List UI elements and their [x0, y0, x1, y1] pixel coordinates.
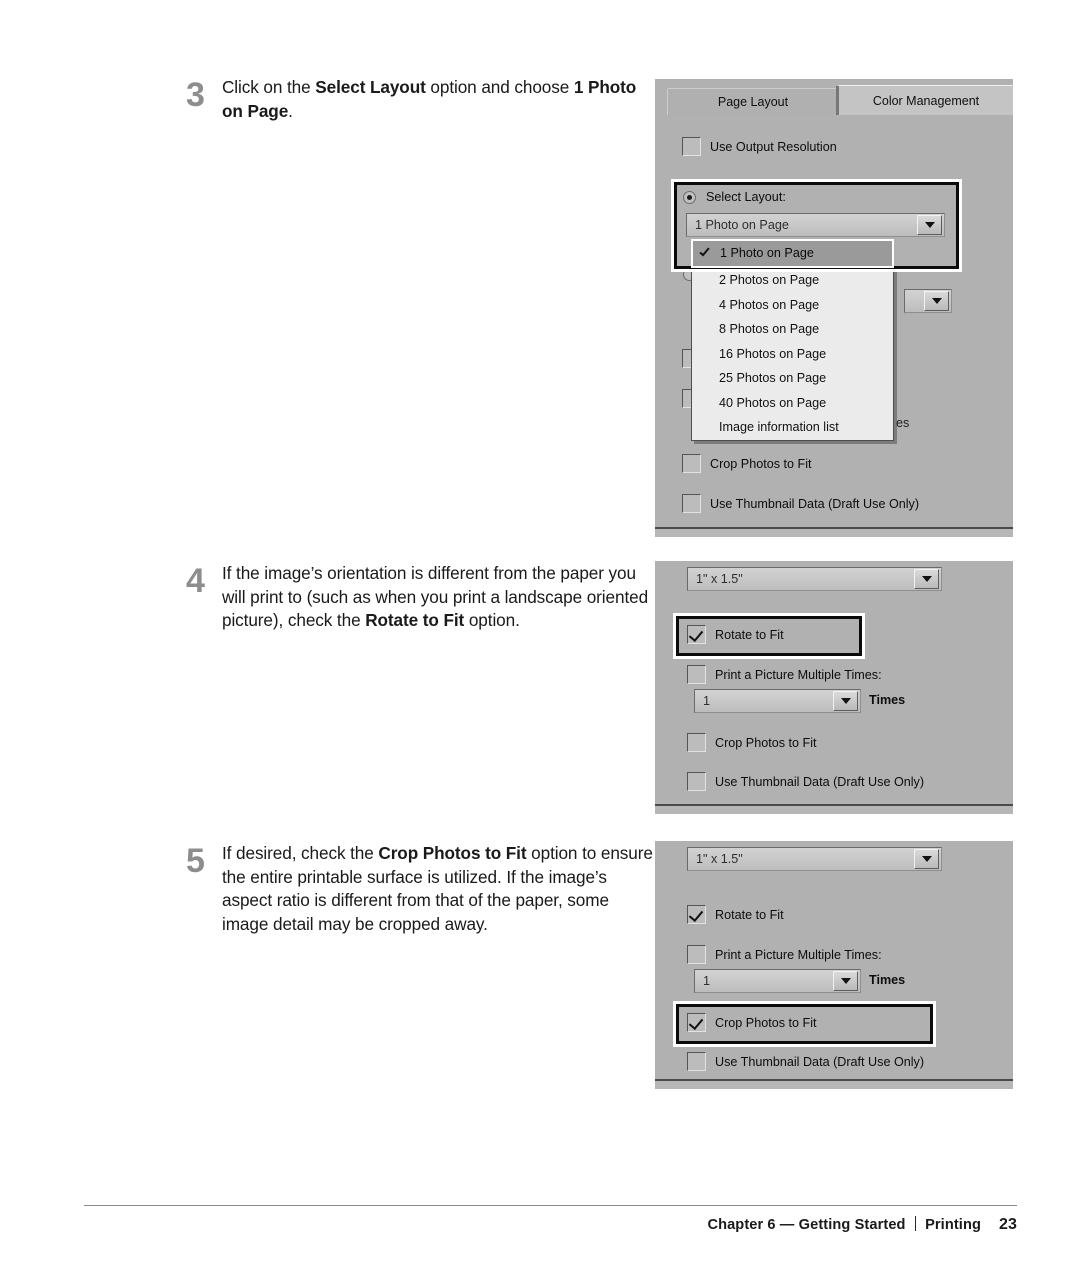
footer-divider-rule [84, 1205, 1017, 1206]
footer-chapter: Chapter 6 — Getting Started [707, 1217, 906, 1233]
checkbox-label: Print a Picture Multiple Times: [715, 947, 882, 962]
dropdown-item[interactable]: 40 Photos on Page [692, 391, 893, 416]
checkbox-print-multiple-times[interactable]: Print a Picture Multiple Times: [687, 665, 882, 684]
checkbox-box-icon [687, 733, 706, 752]
times-label-fragment: es [896, 416, 910, 430]
times-label: Times [869, 973, 906, 987]
checkbox-box-icon [687, 1013, 706, 1032]
checkbox-box-icon [687, 1052, 706, 1071]
checkbox-label: Use Output Resolution [710, 139, 837, 154]
manual-page: 3 Click on the Select Layout option and … [0, 0, 1080, 1270]
checkbox-box-icon [687, 945, 706, 964]
combo-times-count[interactable]: 1 [694, 969, 861, 993]
checkbox-label: Rotate to Fit [715, 627, 784, 642]
dropdown-item[interactable]: 16 Photos on Page [692, 342, 893, 367]
checkbox-box-icon [687, 772, 706, 791]
combo-times-count[interactable]: 1 [694, 689, 861, 713]
checkbox-box-icon [687, 905, 706, 924]
chevron-down-icon[interactable] [914, 849, 939, 869]
panel-bottom-rail [655, 527, 1013, 537]
tab-page-layout[interactable]: Page Layout [667, 88, 839, 115]
checkbox-label: Use Thumbnail Data (Draft Use Only) [715, 1054, 925, 1069]
checkbox-box-icon [687, 665, 706, 684]
step-text-3: Click on the Select Layout option and ch… [222, 77, 637, 121]
radio-select-layout[interactable]: Select Layout: [683, 190, 786, 204]
checkbox-box-icon [687, 625, 706, 644]
dropdown-item-selected-label: 1 Photo on Page [720, 246, 814, 261]
radio-label: Select Layout: [706, 190, 786, 204]
footer-separator-icon [914, 1216, 917, 1231]
step-text-5: If desired, check the Crop Photos to Fit… [222, 843, 653, 934]
check-icon [699, 245, 710, 257]
times-label: Times [869, 693, 906, 707]
combo-times-count-value: 1 [703, 974, 711, 988]
checkbox-label: Print a Picture Multiple Times: [715, 667, 882, 682]
instruction-step-4: 4 If the image’s orientation is differen… [186, 562, 656, 633]
checkbox-rotate-to-fit[interactable]: Rotate to Fit [687, 905, 784, 924]
footer-page-number: 23 [999, 1216, 1017, 1233]
step-number-4: 4 [186, 562, 205, 600]
checkbox-label: Crop Photos to Fit [715, 735, 817, 750]
combo-select-layout-value: 1 Photo on Page [695, 218, 789, 232]
checkbox-box-icon [682, 137, 701, 156]
dropdown-item[interactable]: Image information list [692, 415, 893, 440]
checkbox-crop-photos-to-fit[interactable]: Crop Photos to Fit [687, 1013, 817, 1032]
dropdown-item[interactable]: 8 Photos on Page [692, 317, 893, 342]
checkbox-use-thumbnail-data[interactable]: Use Thumbnail Data (Draft Use Only) [687, 772, 924, 791]
checkbox-print-multiple-times[interactable]: Print a Picture Multiple Times: [687, 945, 882, 964]
checkbox-label: Rotate to Fit [715, 907, 784, 922]
rotate-to-fit-dialog-screenshot: 1" x 1.5" Rotate to Fit Print a Picture … [655, 561, 1013, 814]
chevron-down-icon[interactable] [833, 691, 858, 711]
checkbox-crop-photos-to-fit[interactable]: Crop Photos to Fit [687, 733, 817, 752]
dropdown-item-selected[interactable]: 1 Photo on Page [693, 241, 892, 266]
page-footer: Chapter 6 — Getting Started Printing 23 [707, 1214, 1017, 1234]
checkbox-use-output-resolution[interactable]: Use Output Resolution [682, 137, 837, 156]
combo-photo-size[interactable]: 1" x 1.5" [687, 847, 942, 871]
checkbox-use-thumbnail-data[interactable]: Use Thumbnail Data (Draft Use Only) [687, 1052, 924, 1071]
step-number-3: 3 [186, 76, 205, 114]
tab-color-management[interactable]: Color Management [838, 85, 1013, 115]
tab-page-layout-label: Page Layout [717, 95, 789, 109]
dropdown-item[interactable]: 2 Photos on Page [692, 268, 893, 293]
tab-separator [836, 86, 839, 115]
chevron-down-icon[interactable] [914, 569, 939, 589]
checkbox-label: Use Thumbnail Data (Draft Use Only) [710, 496, 920, 511]
combo-photo-size-value: 1" x 1.5" [696, 572, 743, 586]
chevron-down-icon[interactable] [833, 971, 858, 991]
checkbox-label: Use Thumbnail Data (Draft Use Only) [715, 774, 925, 789]
panel-bottom-rail [655, 1079, 1013, 1089]
step-text-4: If the image’s orientation is different … [222, 563, 649, 631]
radio-dot-icon [683, 190, 696, 204]
dropdown-item[interactable]: 4 Photos on Page [692, 293, 893, 318]
dropdown-item[interactable]: 25 Photos on Page [692, 366, 893, 391]
checkbox-box-icon [682, 454, 701, 473]
combo-times-count-value: 1 [703, 694, 711, 708]
crop-photos-to-fit-dialog-screenshot: 1" x 1.5" Rotate to Fit Print a Picture … [655, 841, 1013, 1089]
instruction-step-3: 3 Click on the Select Layout option and … [186, 76, 656, 123]
checkbox-box-icon [682, 494, 701, 513]
chevron-down-icon[interactable] [924, 291, 949, 311]
dialog-tabstrip: Page Layout Color Management [665, 85, 1013, 115]
combo-photo-size[interactable]: 1" x 1.5" [687, 567, 942, 591]
checkbox-label: Crop Photos to Fit [715, 1015, 817, 1030]
page-layout-dialog-screenshot: Page Layout Color Management Use Output … [655, 79, 1013, 537]
step-number-5: 5 [186, 842, 205, 880]
dropdown-list-select-layout[interactable]: 2 Photos on Page 4 Photos on Page 8 Phot… [691, 267, 894, 441]
combo-select-layout[interactable]: 1 Photo on Page [686, 213, 945, 237]
combo-secondary-obscured[interactable] [904, 289, 952, 313]
dropdown-selected-row-wrapper: 1 Photo on Page [691, 239, 894, 268]
checkbox-crop-photos-to-fit[interactable]: Crop Photos to Fit [682, 454, 812, 473]
checkbox-use-thumbnail-data[interactable]: Use Thumbnail Data (Draft Use Only) [682, 494, 919, 513]
footer-section: Printing [925, 1217, 981, 1233]
checkbox-rotate-to-fit[interactable]: Rotate to Fit [687, 625, 784, 644]
combo-photo-size-value: 1" x 1.5" [696, 852, 743, 866]
instruction-step-5: 5 If desired, check the Crop Photos to F… [186, 842, 656, 936]
panel-bottom-rail [655, 804, 1013, 814]
chevron-down-icon[interactable] [917, 215, 942, 235]
tab-color-management-label: Color Management [872, 93, 980, 108]
checkbox-label: Crop Photos to Fit [710, 456, 812, 471]
